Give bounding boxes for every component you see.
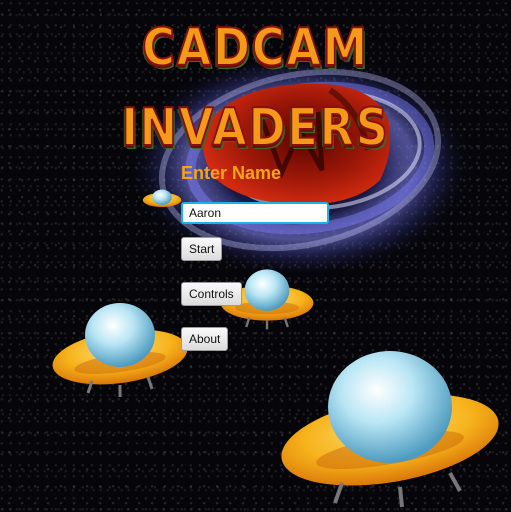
game-menu-screen: CADCAM INVADERS Enter Name Start Control… xyxy=(0,0,511,512)
start-button[interactable]: Start xyxy=(181,237,223,261)
player-name-input[interactable] xyxy=(181,202,329,224)
enter-name-label: Enter Name xyxy=(181,163,282,183)
about-button[interactable]: About xyxy=(181,327,229,351)
game-title-logo: CADCAM INVADERS xyxy=(120,17,390,159)
ufo-saucer-icon xyxy=(52,303,188,397)
ufo-saucer-icon xyxy=(281,351,499,508)
controls-button[interactable]: Controls xyxy=(181,282,242,306)
